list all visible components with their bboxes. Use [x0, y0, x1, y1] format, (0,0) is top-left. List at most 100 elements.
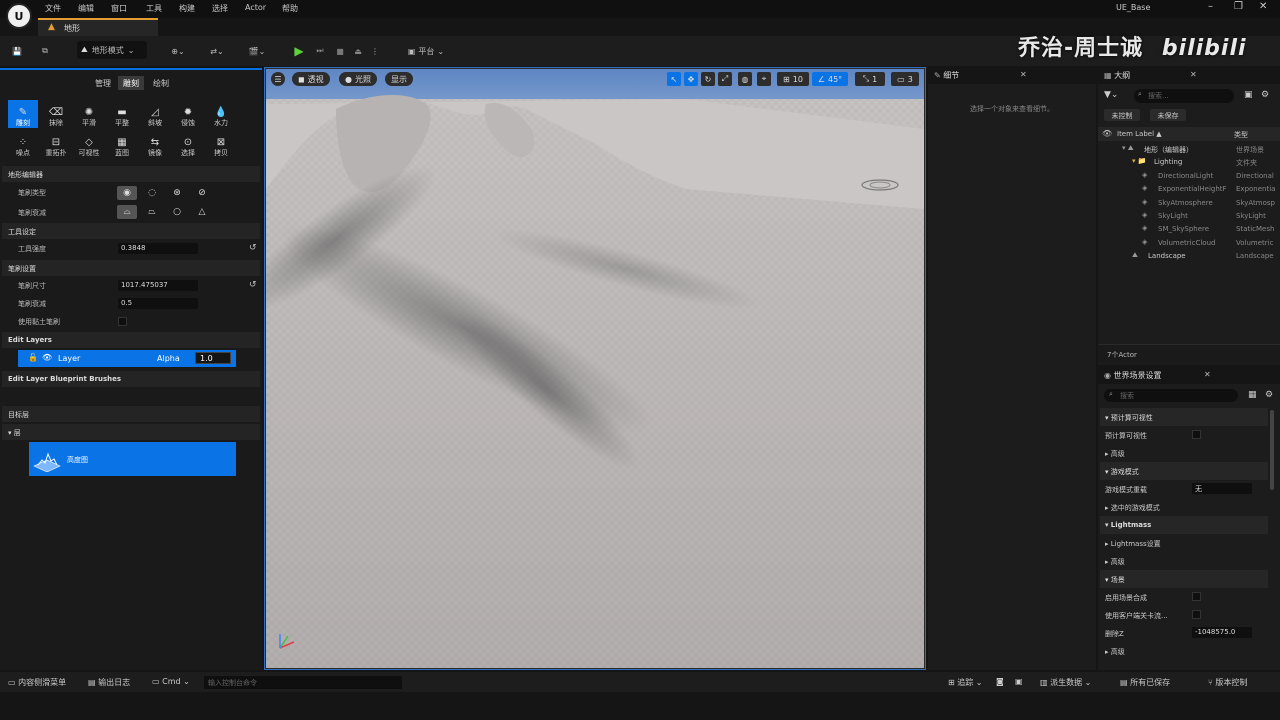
tool-retopologize[interactable]: ⊟ 重拓扑 [41, 130, 71, 158]
tool-select[interactable]: ⊙ 选择 [173, 130, 203, 158]
eject-icon[interactable]: ⏏ [350, 42, 366, 60]
world-settings-row[interactable]: 游戏模式重载 无 [1100, 480, 1268, 498]
menu-item-5[interactable]: 选择 [212, 3, 228, 14]
outliner-row[interactable]: ◈ SkyLight SkyLight [1100, 210, 1280, 223]
unsaved-filter-button[interactable]: 未控制 [1104, 109, 1140, 121]
lock-icon[interactable]: 🔓 [28, 353, 38, 362]
content-drawer-button[interactable]: ▭ 内容侧滑菜单 [8, 677, 66, 688]
menu-item-6[interactable]: Actor [245, 3, 266, 12]
tool-visibility[interactable]: ◇ 可视性 [74, 130, 104, 158]
outliner-row[interactable]: ▾ 📁 Lighting 文件夹 [1100, 156, 1280, 169]
item-label-column[interactable]: Item Label ▲ [1117, 130, 1162, 138]
outliner-row[interactable]: ◈ DirectionalLight Directional [1100, 170, 1280, 183]
menu-item-4[interactable]: 构建 [179, 3, 195, 14]
world-settings-value[interactable]: -1048575.0 [1192, 627, 1252, 638]
mode-selector[interactable]: ⛰ 地形模式 ⌄ [77, 41, 147, 59]
tool-sculpt[interactable]: ✎ 雕刻 [8, 100, 38, 128]
select-mode-icon[interactable]: ↖ [667, 72, 681, 86]
minimize-icon[interactable]: – [1208, 1, 1213, 12]
output-log-button[interactable]: ▤ 输出日志 [88, 677, 130, 688]
unreal-logo-icon[interactable]: U [6, 3, 32, 29]
play-icon[interactable]: ▶ [290, 42, 308, 60]
menu-item-3[interactable]: 工具 [146, 3, 162, 14]
falloff-spherical-icon[interactable]: ○ [167, 205, 187, 219]
tool-strength-input[interactable]: 0.3848 [118, 243, 198, 254]
tool-hydro[interactable]: 💧 水力 [206, 100, 236, 128]
blueprint-icon[interactable]: ⇄⌄ [204, 42, 230, 60]
close-icon[interactable]: ✕ [1204, 370, 1211, 379]
table-view-icon[interactable]: ▦ [1248, 390, 1257, 400]
show-button[interactable]: 显示 [385, 72, 413, 86]
platform-menu[interactable]: ▣ 平台 ⌄ [402, 42, 450, 60]
world-settings-row[interactable]: ▸ 高级 [1100, 642, 1268, 660]
lighting-button[interactable]: ● 光照 [339, 72, 377, 86]
more-options-icon[interactable]: ⋮ [370, 42, 380, 60]
translate-icon[interactable]: ✥ [684, 72, 698, 86]
section-landscape-editor[interactable]: 地形编辑器 [2, 166, 260, 182]
maximize-icon[interactable]: ❐ [1234, 1, 1243, 12]
surface-snap-icon[interactable]: ⌖ [757, 72, 771, 86]
rotate-icon[interactable]: ↻ [701, 72, 715, 86]
settings-icon[interactable]: ⚙ [1261, 90, 1269, 100]
world-settings-row[interactable]: 启用场景合成 [1100, 588, 1268, 606]
alpha-input[interactable]: 1.0 [195, 352, 231, 364]
rotation-snap-control[interactable]: ∠ 45° [812, 72, 848, 86]
level-viewport[interactable] [266, 69, 924, 668]
scale-icon[interactable]: ⤢ [718, 72, 732, 86]
world-settings-row[interactable]: 使用客户端关卡流... [1100, 606, 1268, 624]
world-settings-row[interactable]: ▸ 选中的游戏模式 [1100, 498, 1268, 516]
source-control-menu[interactable]: ⑂ 版本控制 [1208, 677, 1247, 688]
cmd-selector[interactable]: ▭ Cmd ⌄ [152, 677, 190, 686]
world-settings-checkbox[interactable] [1192, 592, 1201, 601]
world-settings-checkbox[interactable] [1192, 430, 1201, 439]
section-layers[interactable]: ▾ 层 [2, 424, 260, 440]
world-settings-checkbox[interactable] [1192, 610, 1201, 619]
browse-icon[interactable]: ⧉ [36, 42, 54, 60]
use-clay-brush-checkbox[interactable] [118, 317, 127, 326]
save-icon[interactable]: 💾 [8, 42, 26, 60]
world-settings-value[interactable]: 无 [1192, 483, 1252, 494]
outliner-row[interactable]: ▾ ⛰ 地形（编辑器） 世界场景 [1100, 143, 1280, 156]
filter-icon[interactable]: ▼⌄ [1104, 90, 1118, 100]
world-settings-row[interactable]: 删除Z -1048575.0 [1100, 624, 1268, 642]
reset-icon[interactable]: ↺ [249, 280, 257, 290]
tab-manage[interactable]: 管理 [90, 76, 116, 90]
console-input[interactable]: 输入控制台命令 [204, 676, 402, 689]
menu-item-7[interactable]: 帮助 [282, 3, 298, 14]
reset-icon[interactable]: ↺ [249, 243, 257, 253]
tool-smooth[interactable]: ✺ 平滑 [74, 100, 104, 128]
world-settings-row[interactable]: ▾ 游戏模式 [1100, 462, 1268, 480]
tool-ramp[interactable]: ◿ 斜坡 [140, 100, 170, 128]
tool-erase[interactable]: ⌫ 抹除 [41, 100, 71, 128]
cinematics-icon[interactable]: 🎬⌄ [244, 42, 270, 60]
tab-sculpt[interactable]: 雕刻 [118, 76, 144, 90]
close-icon[interactable]: ✕ [1020, 70, 1027, 79]
outliner-row[interactable]: ◈ SkyAtmosphere SkyAtmosp [1100, 197, 1280, 210]
menu-item-1[interactable]: 编辑 [78, 3, 94, 14]
menu-item-0[interactable]: 文件 [45, 3, 61, 14]
heightmap-layer[interactable]: 高度图 [29, 442, 236, 476]
falloff-tip-icon[interactable]: △ [192, 205, 212, 219]
world-settings-scrollbar[interactable] [1270, 410, 1274, 490]
type-column[interactable]: 类型 [1234, 130, 1248, 140]
section-brush-settings[interactable]: 笔刷设置 [2, 260, 260, 276]
record-icon[interactable]: ◙ [996, 677, 1004, 686]
tool-flatten[interactable]: ▬ 平整 [107, 100, 137, 128]
section-blueprint-brushes[interactable]: Edit Layer Blueprint Brushes [2, 371, 260, 387]
world-settings-row[interactable]: ▾ 预计算可视性 [1100, 408, 1268, 426]
perspective-button[interactable]: ◼ 透视 [292, 72, 330, 86]
camera-speed-control[interactable]: ▭ 3 [891, 72, 919, 86]
outliner-row[interactable]: ◈ VolumetricCloud Volumetric [1100, 237, 1280, 250]
derived-data-menu[interactable]: ▥ 派生数据 ⌄ [1040, 677, 1091, 688]
outliner-row[interactable]: ◈ ExponentialHeightF Exponentia [1100, 183, 1280, 196]
brush-component-icon[interactable]: ⊘ [192, 186, 212, 200]
world-settings-row[interactable]: ▸ Lightmass设置 [1100, 534, 1268, 552]
visibility-icon[interactable]: 👁 [1102, 129, 1112, 138]
section-tool-settings[interactable]: 工具设定 [2, 223, 260, 239]
close-icon[interactable]: ✕ [1190, 70, 1197, 79]
outliner-row[interactable]: ◈ SM_SkySphere StaticMesh [1100, 223, 1280, 236]
brush-size-input[interactable]: 1017.475037 [118, 280, 198, 291]
menu-item-2[interactable]: 窗口 [111, 3, 127, 14]
brush-pattern-icon[interactable]: ⊛ [167, 186, 187, 200]
outliner-row[interactable]: ⛰ Landscape Landscape [1100, 250, 1280, 263]
